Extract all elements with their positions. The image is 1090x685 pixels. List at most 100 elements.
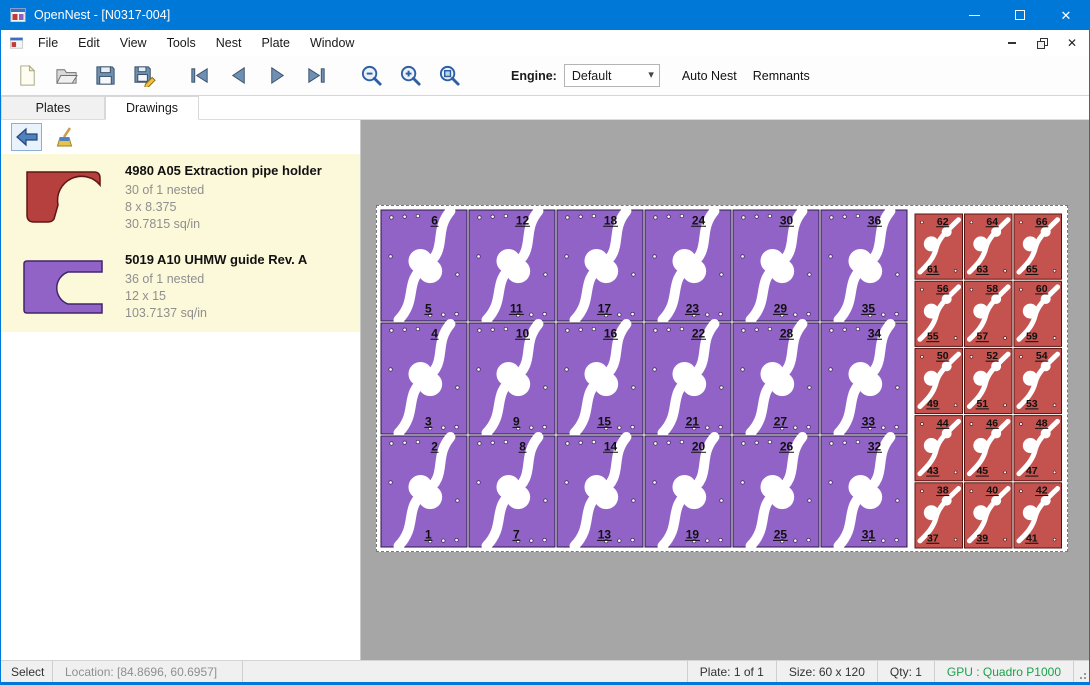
menu-bar: File Edit View Tools Nest Plate Window ✕ — [1, 30, 1089, 56]
mdi-close-button[interactable]: ✕ — [1063, 34, 1081, 52]
plate-drawing[interactable]: 6512111817242330293635431091615222128273… — [377, 206, 1067, 551]
next-arrow-icon — [266, 64, 289, 87]
part-number: 23 — [686, 301, 700, 315]
nested-part-pair-red[interactable]: 4645 — [965, 416, 1013, 481]
nested-part-pair-red[interactable]: 4039 — [965, 483, 1013, 548]
nested-part-pair-red[interactable]: 4241 — [1014, 483, 1062, 548]
last-plate-button[interactable] — [300, 60, 332, 92]
nested-part-pair-red[interactable]: 6059 — [1014, 281, 1062, 346]
drawing-list-item[interactable]: 4980 A05 Extraction pipe holder 30 of 1 … — [1, 154, 360, 243]
part-number: 34 — [868, 326, 882, 340]
nested-part-pair-purple[interactable]: 2625 — [733, 436, 819, 547]
open-button[interactable] — [50, 60, 82, 92]
menu-item-edit[interactable]: Edit — [68, 31, 110, 55]
nested-part-pair-purple[interactable]: 3433 — [821, 323, 907, 434]
minimize-button[interactable] — [951, 0, 997, 30]
nested-part-pair-purple[interactable]: 21 — [381, 436, 467, 547]
nested-part-pair-purple[interactable]: 1615 — [557, 323, 643, 434]
menu-item-nest[interactable]: Nest — [206, 31, 252, 55]
nested-part-pair-purple[interactable]: 2221 — [645, 323, 731, 434]
part-number: 1 — [425, 527, 432, 541]
resize-grip[interactable] — [1073, 661, 1089, 682]
part-number: 7 — [513, 527, 520, 541]
status-plate: Plate: 1 of 1 — [687, 661, 776, 682]
part-number: 8 — [519, 439, 526, 453]
tab-drawings[interactable]: Drawings — [105, 96, 199, 120]
nested-part-pair-red[interactable]: 6463 — [965, 214, 1013, 279]
engine-label: Engine: — [511, 69, 557, 83]
nested-part-pair-purple[interactable]: 1817 — [557, 210, 643, 321]
nested-part-pair-red[interactable]: 5857 — [965, 281, 1013, 346]
nested-part-pair-purple[interactable]: 2019 — [645, 436, 731, 547]
zoom-extents-button[interactable] — [433, 60, 465, 92]
nested-part-pair-red[interactable]: 3837 — [915, 483, 963, 548]
next-plate-button[interactable] — [261, 60, 293, 92]
save-as-button[interactable] — [128, 60, 160, 92]
maximize-button[interactable] — [997, 0, 1043, 30]
part-number: 66 — [1036, 216, 1048, 228]
new-button[interactable] — [11, 60, 43, 92]
part-number: 17 — [598, 301, 612, 315]
status-spacer — [243, 661, 687, 682]
mdi-window-controls: ✕ — [1003, 30, 1081, 56]
menu-item-plate[interactable]: Plate — [251, 31, 300, 55]
drawing-list-item[interactable]: 5019 A10 UHMW guide Rev. A 36 of 1 neste… — [1, 243, 360, 332]
part-number: 25 — [774, 527, 788, 541]
nested-part-pair-red[interactable]: 66 65 — [1014, 214, 1062, 279]
drawings-panel: 4980 A05 Extraction pipe holder 30 of 1 … — [1, 120, 361, 660]
nested-part-pair-purple[interactable]: 1413 — [557, 436, 643, 547]
nested-part-pair-purple[interactable]: 87 — [469, 436, 555, 547]
part-number: 61 — [927, 263, 939, 275]
nested-part-pair-purple[interactable]: 2827 — [733, 323, 819, 434]
remnants-button[interactable]: Remnants — [753, 69, 810, 83]
nested-part-pair-red[interactable]: 5655 — [915, 281, 963, 346]
zoom-out-button[interactable] — [355, 60, 387, 92]
part-number: 21 — [686, 414, 700, 428]
tab-plates[interactable]: Plates — [1, 96, 105, 119]
part-number: 11 — [510, 301, 523, 315]
nested-part-pair-purple[interactable]: 109 — [469, 323, 555, 434]
nested-part-pair-purple[interactable]: 65 — [381, 210, 467, 321]
menu-item-window[interactable]: Window — [300, 31, 364, 55]
nested-part-pair-purple[interactable]: 2423 — [645, 210, 731, 321]
save-button[interactable] — [89, 60, 121, 92]
status-mode: Select — [1, 661, 53, 682]
last-arrow-icon — [305, 64, 328, 87]
auto-nest-button[interactable]: Auto Nest — [682, 69, 737, 83]
blue-left-arrow-icon — [15, 127, 39, 147]
engine-combo[interactable]: Default ▾ — [564, 64, 660, 87]
part-number: 37 — [927, 532, 939, 544]
nest-canvas[interactable]: 6512111817242330293635431091615222128273… — [361, 120, 1090, 660]
menu-item-view[interactable]: View — [110, 31, 157, 55]
mdi-restore-button[interactable] — [1033, 34, 1051, 52]
nested-part-pair-red[interactable]: 5049 — [915, 348, 963, 413]
nested-part-pair-red[interactable]: 4443 — [915, 416, 963, 481]
drawing-title: 5019 A10 UHMW guide Rev. A — [125, 252, 307, 267]
status-size: Size: 60 x 120 — [776, 661, 877, 682]
nested-part-pair-purple[interactable]: 3231 — [821, 436, 907, 547]
red-part-shape — [27, 172, 100, 222]
plate[interactable]: 6512111817242330293635431091615222128273… — [376, 205, 1068, 552]
nested-part-pair-purple[interactable]: 1211 — [469, 210, 555, 321]
nested-part-pair-purple[interactable]: 3635 — [821, 210, 907, 321]
part-number: 10 — [516, 326, 530, 340]
nested-part-pair-red[interactable]: 6261 — [915, 214, 963, 279]
chevron-down-icon: ▾ — [648, 68, 654, 81]
previous-plate-button[interactable] — [222, 60, 254, 92]
clear-nest-button[interactable] — [50, 123, 81, 151]
nested-part-pair-red[interactable]: 5251 — [965, 348, 1013, 413]
zoom-in-button[interactable] — [394, 60, 426, 92]
nested-part-pair-red[interactable]: 5453 — [1014, 348, 1062, 413]
nested-part-pair-purple[interactable]: 43 — [381, 323, 467, 434]
part-number: 60 — [1036, 283, 1048, 295]
part-number: 65 — [1026, 263, 1038, 275]
send-to-plate-button[interactable] — [11, 123, 42, 151]
menu-item-file[interactable]: File — [28, 31, 68, 55]
mdi-minimize-button[interactable] — [1003, 34, 1021, 52]
menu-item-tools[interactable]: Tools — [157, 31, 206, 55]
drawings-panel-toolbar — [1, 120, 360, 154]
first-plate-button[interactable] — [183, 60, 215, 92]
close-button[interactable]: ✕ — [1043, 0, 1089, 30]
nested-part-pair-red[interactable]: 4847 — [1014, 416, 1062, 481]
nested-part-pair-purple[interactable]: 3029 — [733, 210, 819, 321]
